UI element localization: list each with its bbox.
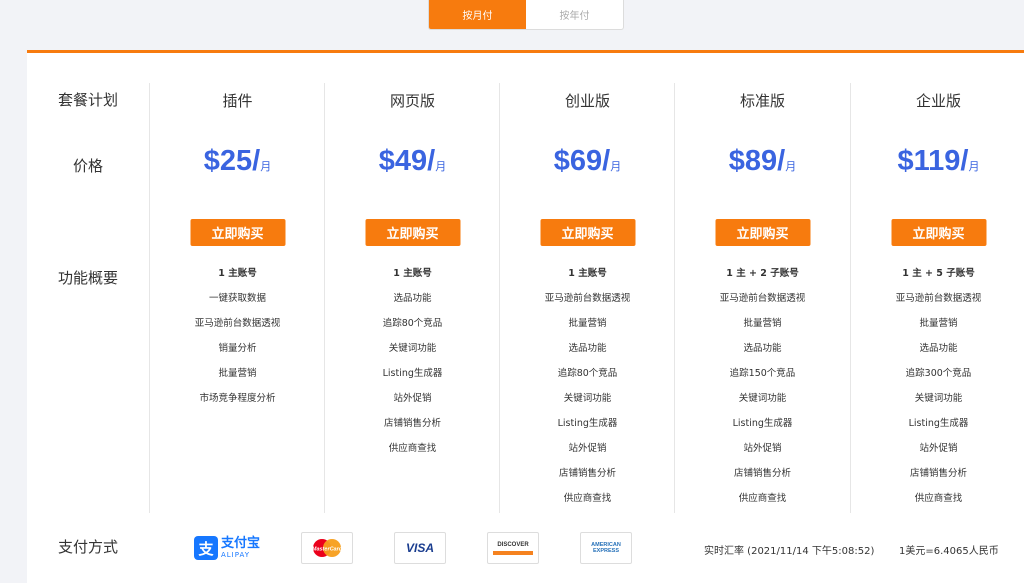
pricing-card: 套餐计划 价格 功能概要 支付方式 插件 $25/月 立即购买 1 主账号 一键… — [27, 50, 1024, 583]
buy-button[interactable]: 立即购买 — [540, 219, 635, 246]
feature-item: 关键词功能 — [738, 393, 787, 404]
feature-item: Listing生成器 — [557, 418, 618, 429]
feature-item: 关键词功能 — [388, 343, 437, 354]
plan-name: 标准版 — [739, 92, 785, 110]
exchange-rate-value: 1美元=6.4065人民币 — [899, 546, 999, 557]
plan-column-standard: 标准版 $89/月 立即购买 1 主 + 2 子账号 亚马逊前台数据透视 批量营… — [674, 83, 850, 513]
feature-item: 批量营销 — [743, 318, 782, 329]
feature-item: 供应商查找 — [388, 443, 437, 454]
buy-button[interactable]: 立即购买 — [891, 219, 986, 246]
feature-list: 1 主账号 选品功能 追踪80个竞品 关键词功能 Listing生成器 站外促销… — [325, 266, 500, 466]
feature-item: 站外促销 — [743, 443, 782, 454]
feature-item: 店铺销售分析 — [909, 468, 967, 479]
feature-item: 1 主 + 5 子账号 — [902, 268, 975, 279]
alipay-icon: 支 — [193, 536, 218, 560]
label-features: 功能概要 — [57, 269, 118, 287]
feature-item: 追踪300个竞品 — [905, 368, 972, 379]
plan-name: 创业版 — [564, 92, 610, 110]
plan-name: 网页版 — [389, 92, 435, 110]
feature-item: 批量营销 — [218, 368, 257, 379]
feature-item: 市场竞争程度分析 — [199, 393, 276, 404]
buy-button[interactable]: 立即购买 — [715, 219, 810, 246]
tab-monthly[interactable]: 按月付 — [429, 0, 526, 29]
feature-item: 亚马逊前台数据透视 — [895, 293, 982, 304]
feature-item: 亚马逊前台数据透视 — [194, 318, 281, 329]
label-plan: 套餐计划 — [57, 91, 118, 109]
feature-item: 店铺销售分析 — [558, 468, 616, 479]
visa-icon: VISA — [405, 541, 434, 555]
amex-logo: AMERICAN EXPRESS — [580, 532, 632, 564]
feature-item: 选品功能 — [393, 293, 432, 304]
feature-item: 选品功能 — [743, 343, 782, 354]
feature-item: 1 主 + 2 子账号 — [726, 268, 799, 279]
feature-item: 关键词功能 — [563, 393, 612, 404]
plan-price: $25/月 — [203, 145, 272, 177]
feature-item: 站外促销 — [393, 393, 432, 404]
feature-item: 店铺销售分析 — [383, 418, 441, 429]
feature-item: 站外促销 — [919, 443, 958, 454]
billing-toggle: 按月付 按年付 — [428, 0, 624, 30]
tab-yearly[interactable]: 按年付 — [526, 0, 623, 29]
plan-price: $89/月 — [728, 145, 797, 177]
feature-item: 追踪150个竞品 — [729, 368, 796, 379]
plan-column-plugin: 插件 $25/月 立即购买 1 主账号 一键获取数据 亚马逊前台数据透视 销量分… — [149, 83, 325, 513]
plan-name: 插件 — [222, 92, 253, 110]
discover-logo: DISCOVER — [487, 532, 539, 564]
alipay-logo: 支 支付宝 ALIPAY — [187, 532, 267, 564]
feature-list: 1 主账号 亚马逊前台数据透视 批量营销 选品功能 追踪80个竞品 关键词功能 … — [500, 266, 675, 516]
plan-column-enterprise: 企业版 $119/月 立即购买 1 主 + 5 子账号 亚马逊前台数据透视 批量… — [850, 83, 1024, 513]
visa-logo: VISA — [394, 532, 446, 564]
mastercard-logo: MasterCard — [301, 532, 353, 564]
plan-column-web: 网页版 $49/月 立即购买 1 主账号 选品功能 追踪80个竞品 关键词功能 … — [324, 83, 500, 513]
feature-list: 1 主 + 5 子账号 亚马逊前台数据透视 批量营销 选品功能 追踪300个竞品… — [851, 266, 1024, 516]
feature-item: 追踪80个竞品 — [382, 318, 443, 329]
feature-list: 1 主 + 2 子账号 亚马逊前台数据透视 批量营销 选品功能 追踪150个竞品… — [675, 266, 850, 516]
feature-item: 选品功能 — [568, 343, 607, 354]
feature-item: 1 主账号 — [393, 268, 432, 279]
label-payment: 支付方式 — [57, 538, 118, 556]
feature-item: 供应商查找 — [914, 493, 963, 504]
feature-item: 亚马逊前台数据透视 — [719, 293, 806, 304]
plan-price: $49/月 — [378, 145, 447, 177]
feature-item: 选品功能 — [919, 343, 958, 354]
feature-item: 关键词功能 — [914, 393, 963, 404]
buy-button[interactable]: 立即购买 — [365, 219, 460, 246]
alipay-name-en: ALIPAY — [220, 551, 251, 559]
plan-price: $69/月 — [553, 145, 622, 177]
feature-item: 站外促销 — [568, 443, 607, 454]
realtime-exchange-rate: 实时汇率 (2021/11/14 下午5:08:52) — [704, 546, 875, 557]
amex-icon-line2: EXPRESS — [593, 548, 619, 554]
feature-item: 批量营销 — [919, 318, 958, 329]
feature-item: Listing生成器 — [908, 418, 969, 429]
feature-item: 亚马逊前台数据透视 — [544, 293, 631, 304]
plan-column-startup: 创业版 $69/月 立即购买 1 主账号 亚马逊前台数据透视 批量营销 选品功能… — [499, 83, 675, 513]
label-price: 价格 — [72, 157, 103, 175]
feature-item: Listing生成器 — [732, 418, 793, 429]
feature-item: 1 主账号 — [568, 268, 607, 279]
feature-item: 一键获取数据 — [208, 293, 266, 304]
alipay-name: 支付宝 — [220, 536, 260, 551]
buy-button[interactable]: 立即购买 — [190, 219, 285, 246]
svg-text:MasterCard: MasterCard — [312, 547, 343, 553]
mastercard-icon: MasterCard — [312, 539, 343, 557]
feature-item: 销量分析 — [218, 343, 257, 354]
plan-name: 企业版 — [915, 92, 961, 110]
feature-item: 批量营销 — [568, 318, 607, 329]
feature-list: 1 主账号 一键获取数据 亚马逊前台数据透视 销量分析 批量营销 市场竞争程度分… — [150, 266, 325, 416]
feature-item: 追踪80个竞品 — [557, 368, 618, 379]
discover-icon: DISCOVER — [497, 541, 529, 548]
feature-item: 1 主账号 — [218, 268, 257, 279]
feature-item: 供应商查找 — [738, 493, 787, 504]
feature-item: 供应商查找 — [563, 493, 612, 504]
feature-item: 店铺销售分析 — [733, 468, 791, 479]
feature-item: Listing生成器 — [382, 368, 443, 379]
plan-price: $119/月 — [897, 145, 980, 177]
